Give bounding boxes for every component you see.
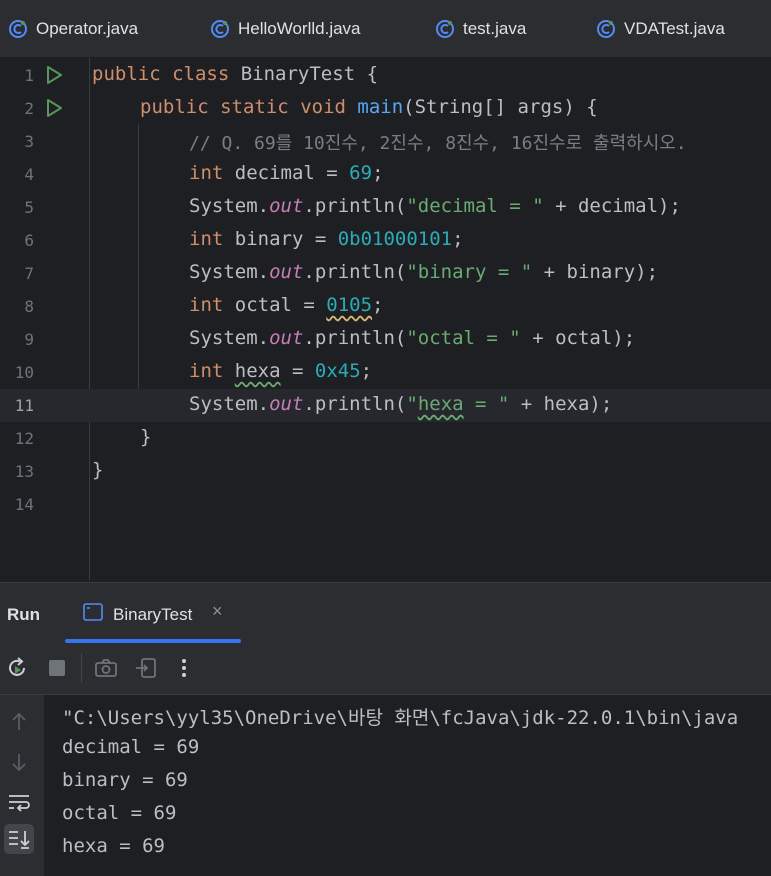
line-number: 8	[24, 297, 34, 316]
code-comment: // Q. 69를 10진수, 2진수, 8진수, 16진수로 출력하시오.	[189, 133, 687, 154]
tab-label: VDATest.java	[624, 18, 725, 38]
toolbar-separator	[81, 653, 82, 683]
code-text: int octal = 0105;	[189, 294, 384, 316]
tab-test-java[interactable]: test.java	[435, 0, 526, 57]
console-icon	[83, 603, 103, 621]
close-icon[interactable]: ×	[212, 601, 223, 622]
arrow-down-icon[interactable]	[4, 747, 34, 777]
console-line: "C:\Users\yyl35\OneDrive\바탕 화면\fcJava\jd…	[62, 707, 739, 729]
rerun-icon[interactable]	[5, 656, 29, 680]
code-line[interactable]: 7 System.out.println("binary = " + binar…	[0, 257, 771, 290]
line-number: 12	[14, 429, 34, 448]
code-line-current[interactable]: 11 System.out.println("hexa = " + hexa);	[0, 389, 771, 422]
line-number: 9	[24, 330, 34, 349]
code-line[interactable]: 8 int octal = 0105;	[0, 290, 771, 323]
line-number: 13	[14, 462, 34, 481]
console-output[interactable]: "C:\Users\yyl35\OneDrive\바탕 화면\fcJava\jd…	[45, 695, 771, 876]
code-text: int decimal = 69;	[189, 162, 384, 184]
run-toolbar	[0, 643, 771, 695]
tab-label: test.java	[463, 18, 527, 38]
editor-tab-bar: Operator.java HelloWorlld.java test.java…	[0, 0, 771, 58]
tab-label: HelloWorlld.java	[238, 18, 361, 38]
java-class-icon	[597, 19, 615, 38]
console-line: octal = 69	[62, 802, 177, 824]
console-line: hexa = 69	[62, 835, 165, 857]
java-class-icon	[436, 19, 454, 38]
code-text: }	[140, 426, 152, 448]
run-tool-window-header: Run BinaryTest ×	[0, 582, 771, 643]
code-text: public static void main(String[] args) {	[140, 96, 598, 118]
code-line[interactable]: 9 System.out.println("octal = " + octal)…	[0, 323, 771, 356]
code-text: System.out.println("hexa = " + hexa);	[189, 393, 613, 415]
line-number: 14	[14, 495, 34, 514]
line-number: 1	[24, 66, 34, 85]
stop-icon[interactable]	[45, 656, 69, 680]
code-line[interactable]: 2 public static void main(String[] args)…	[0, 92, 771, 125]
exit-icon[interactable]	[134, 656, 158, 680]
code-text: public class BinaryTest {	[92, 63, 379, 85]
console-side-toolbar	[0, 695, 44, 876]
line-number: 10	[14, 363, 34, 382]
code-text: int hexa = 0x45;	[189, 360, 373, 382]
code-line[interactable]: 12 }	[0, 422, 771, 455]
run-icon[interactable]	[44, 98, 64, 118]
line-number: 3	[24, 132, 34, 151]
code-line[interactable]: 6 int binary = 0b01000101;	[0, 224, 771, 257]
code-text: }	[92, 459, 104, 481]
run-tab-label: BinaryTest	[113, 605, 193, 624]
line-number: 5	[24, 198, 34, 217]
console-line: binary = 69	[62, 769, 188, 791]
soft-wrap-icon[interactable]	[4, 787, 34, 817]
java-class-icon	[211, 19, 229, 38]
run-title: Run	[7, 605, 41, 624]
code-editor[interactable]: 1 public class BinaryTest { 2 public sta…	[0, 58, 771, 580]
java-class-icon	[9, 19, 27, 38]
tab-vdatest-java[interactable]: VDATest.java	[596, 0, 725, 57]
code-line[interactable]: 5 System.out.println("decimal = " + deci…	[0, 191, 771, 224]
code-text: System.out.println("octal = " + octal);	[189, 327, 636, 349]
line-number: 6	[24, 231, 34, 250]
code-line[interactable]: 14	[0, 488, 771, 521]
code-line[interactable]: 13 }	[0, 455, 771, 488]
code-text: System.out.println("binary = " + binary)…	[189, 261, 659, 283]
tab-label: Operator.java	[36, 18, 139, 38]
code-text: int binary = 0b01000101;	[189, 228, 464, 250]
arrow-up-icon[interactable]	[4, 707, 34, 737]
code-line[interactable]: 4 int decimal = 69;	[0, 158, 771, 191]
line-number: 7	[24, 264, 34, 283]
line-number: 2	[24, 99, 34, 118]
line-number: 11	[14, 396, 34, 415]
run-icon[interactable]	[44, 65, 64, 85]
scroll-to-end-icon[interactable]	[4, 824, 34, 854]
code-line[interactable]: 1 public class BinaryTest {	[0, 59, 771, 92]
camera-icon[interactable]	[94, 656, 118, 680]
code-line[interactable]: 10 int hexa = 0x45;	[0, 356, 771, 389]
run-tab-binarytest[interactable]: BinaryTest ×	[65, 583, 241, 643]
console-line: decimal = 69	[62, 736, 200, 758]
tab-operator-java[interactable]: Operator.java	[8, 0, 138, 57]
code-text: System.out.println("decimal = " + decima…	[189, 195, 681, 217]
code-line[interactable]: 3 // Q. 69를 10진수, 2진수, 8진수, 16진수로 출력하시오.	[0, 125, 771, 158]
more-options-icon[interactable]	[172, 656, 196, 680]
line-number: 4	[24, 165, 34, 184]
tab-helloworlld-java[interactable]: HelloWorlld.java	[210, 0, 361, 57]
